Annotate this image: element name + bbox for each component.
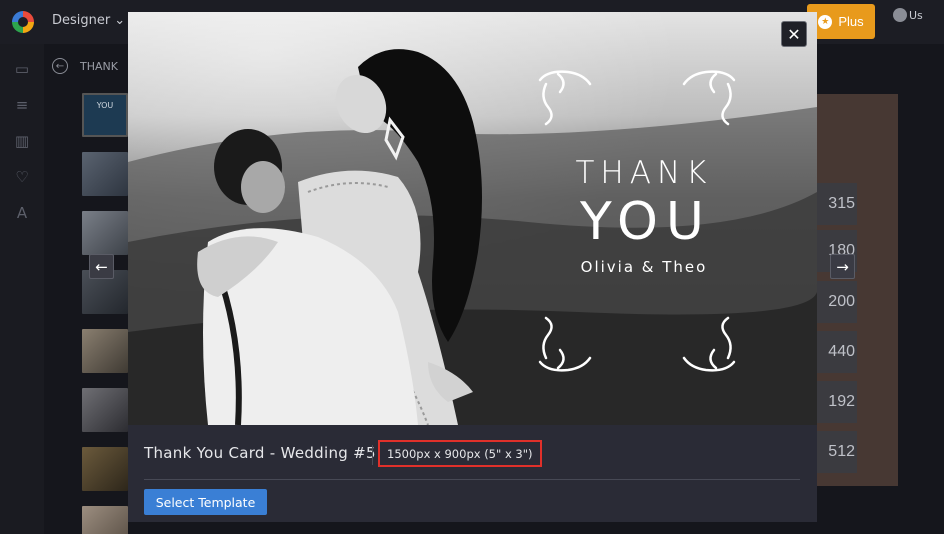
back-row: ← THANK <box>52 58 118 74</box>
arrow-left-icon: ← <box>95 257 108 276</box>
divider <box>372 445 373 465</box>
thumb-label: YOU <box>96 101 114 110</box>
text-icon[interactable]: A <box>13 204 31 222</box>
size-item[interactable]: 200 <box>817 281 857 323</box>
card-names: Olivia & Theo <box>580 258 708 276</box>
close-icon: ✕ <box>787 24 801 44</box>
plus-button[interactable]: ★ Plus <box>807 4 875 39</box>
close-button[interactable]: ✕ <box>781 21 807 47</box>
size-item[interactable]: 440 <box>817 331 857 373</box>
template-size: 1500px x 900px (5" x 3") <box>378 440 542 467</box>
avatar <box>893 8 907 22</box>
template-thumb[interactable] <box>82 447 128 491</box>
sliders-icon[interactable]: ≡ <box>13 96 31 114</box>
card-heading-line2: YOU <box>580 192 712 252</box>
chevron-down-icon: ⌄ <box>114 13 126 28</box>
template-thumb[interactable] <box>82 211 128 255</box>
divider <box>144 479 800 480</box>
layout-icon[interactable]: ▥ <box>13 132 31 150</box>
user-menu[interactable]: Us <box>893 8 923 22</box>
app-logo[interactable] <box>12 11 34 33</box>
size-item[interactable]: 512 <box>817 431 857 473</box>
category-title: THANK <box>80 59 118 73</box>
template-info-bar: Thank You Card - Wedding #5 1500px x 900… <box>128 425 817 522</box>
left-rail: ▭ ≡ ▥ ♡ A <box>0 44 44 534</box>
user-menu-label: Us <box>909 8 923 22</box>
star-icon: ★ <box>818 14 833 29</box>
select-template-button[interactable]: Select Template <box>144 489 267 515</box>
back-arrow-icon[interactable]: ← <box>52 58 68 74</box>
template-thumb[interactable]: YOU <box>82 93 128 137</box>
template-thumb[interactable] <box>82 152 128 196</box>
designer-menu-label: Designer <box>52 13 111 28</box>
template-preview-modal: THANK YOU Olivia & Theo ✕ Thank You Card… <box>128 12 817 522</box>
size-item[interactable]: 315 <box>817 183 857 225</box>
plus-button-label: Plus <box>838 14 864 29</box>
arrow-right-icon: → <box>836 257 849 276</box>
template-thumb[interactable] <box>82 329 128 373</box>
template-title: Thank You Card - Wedding #5 <box>144 444 376 462</box>
heart-icon[interactable]: ♡ <box>13 168 31 186</box>
next-template-button[interactable]: → <box>830 254 855 279</box>
card-heading-line1: THANK <box>575 155 713 191</box>
template-thumb[interactable] <box>82 506 128 534</box>
image-icon[interactable]: ▭ <box>13 60 31 78</box>
template-thumb[interactable] <box>82 388 128 432</box>
template-preview-image: THANK YOU Olivia & Theo <box>128 12 817 425</box>
size-item[interactable]: 192 <box>817 381 857 423</box>
previous-template-button[interactable]: ← <box>89 254 114 279</box>
designer-menu[interactable]: Designer ⌄ <box>52 13 125 28</box>
